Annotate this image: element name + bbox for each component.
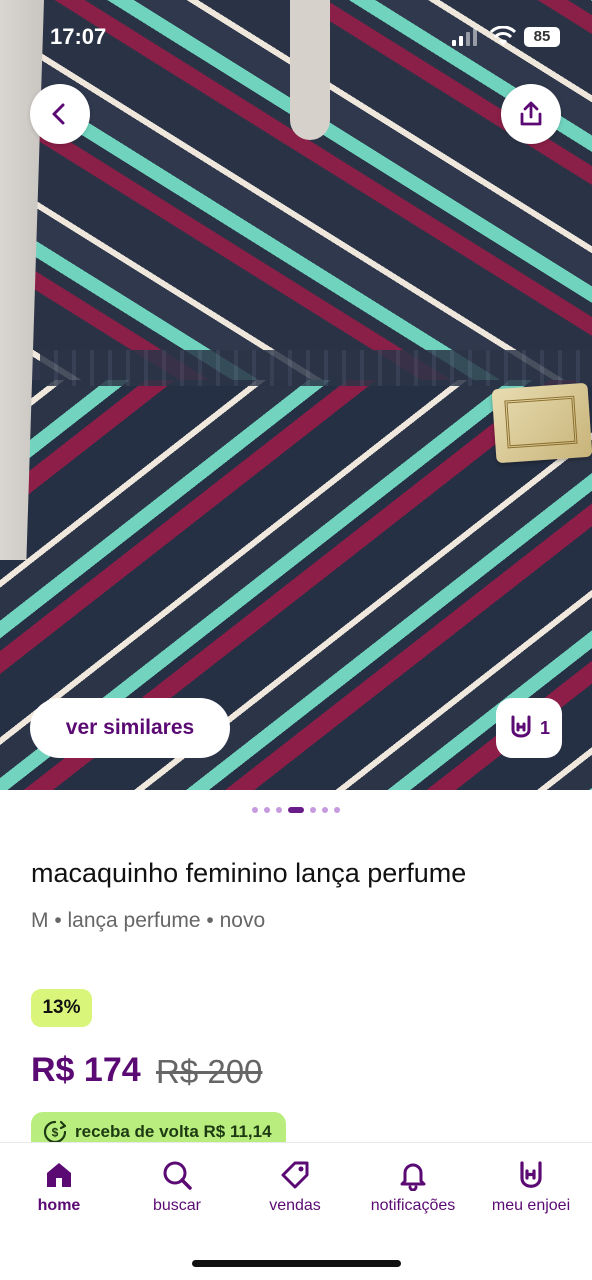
chevron-left-icon xyxy=(52,103,65,125)
tab-notifications[interactable]: notificações xyxy=(354,1159,472,1215)
wifi-icon xyxy=(490,26,516,45)
pager-dot[interactable] xyxy=(310,807,316,813)
back-button[interactable] xyxy=(30,84,90,144)
cellular-signal-icon xyxy=(452,28,477,46)
product-screen: 17:07 85 ver similares 1 macaquinho femi… xyxy=(0,0,592,1280)
see-similar-button[interactable]: ver similares xyxy=(30,698,230,758)
product-title: macaquinho feminino lança perfume xyxy=(31,858,467,888)
tab-search-label: buscar xyxy=(152,1197,202,1214)
status-time: 17:07 xyxy=(50,24,107,49)
tab-home-label: home xyxy=(37,1197,81,1214)
photo-brand-tag xyxy=(491,382,592,464)
photo-waistband xyxy=(40,350,592,386)
like-count: 1 xyxy=(539,717,550,738)
home-indicator[interactable] xyxy=(192,1260,401,1267)
pager-dot[interactable] xyxy=(288,807,304,813)
share-icon xyxy=(520,101,542,126)
tab-sales[interactable]: vendas xyxy=(236,1159,354,1215)
tab-home[interactable]: home xyxy=(0,1159,118,1215)
status-bar: 17:07 85 xyxy=(0,0,592,70)
pager-dot[interactable] xyxy=(264,807,270,813)
pager-dot[interactable] xyxy=(334,807,340,813)
tab-search[interactable]: buscar xyxy=(118,1159,236,1215)
svg-text:$: $ xyxy=(52,1126,59,1140)
tag-icon xyxy=(281,1161,309,1189)
battery-icon: 85 xyxy=(524,27,560,47)
rock-hand-icon xyxy=(511,715,531,738)
pager-dot[interactable] xyxy=(322,807,328,813)
pager-dot[interactable] xyxy=(252,807,258,813)
share-button[interactable] xyxy=(501,84,561,144)
search-icon xyxy=(163,1161,192,1190)
discount-badge: 13% xyxy=(31,989,92,1027)
bell-icon xyxy=(400,1163,426,1191)
tab-my-enjoei[interactable]: meu enjoei xyxy=(472,1159,590,1215)
pager-dot[interactable] xyxy=(276,807,282,813)
home-icon xyxy=(47,1163,71,1187)
current-price: R$ 174 xyxy=(31,1051,141,1089)
cashback-text: receba de volta R$ 11,14 xyxy=(75,1122,272,1141)
gallery-pager[interactable] xyxy=(0,804,592,816)
tab-sales-label: vendas xyxy=(269,1197,321,1214)
tab-my-enjoei-label: meu enjoei xyxy=(491,1197,571,1214)
tab-notifications-label: notificações xyxy=(370,1197,456,1214)
original-price: R$ 200 xyxy=(156,1053,263,1090)
cashback-icon: $ xyxy=(43,1120,67,1144)
rock-hand-icon xyxy=(520,1161,542,1188)
product-details: M • lança perfume • novo xyxy=(31,909,266,932)
like-button[interactable]: 1 xyxy=(496,698,562,758)
